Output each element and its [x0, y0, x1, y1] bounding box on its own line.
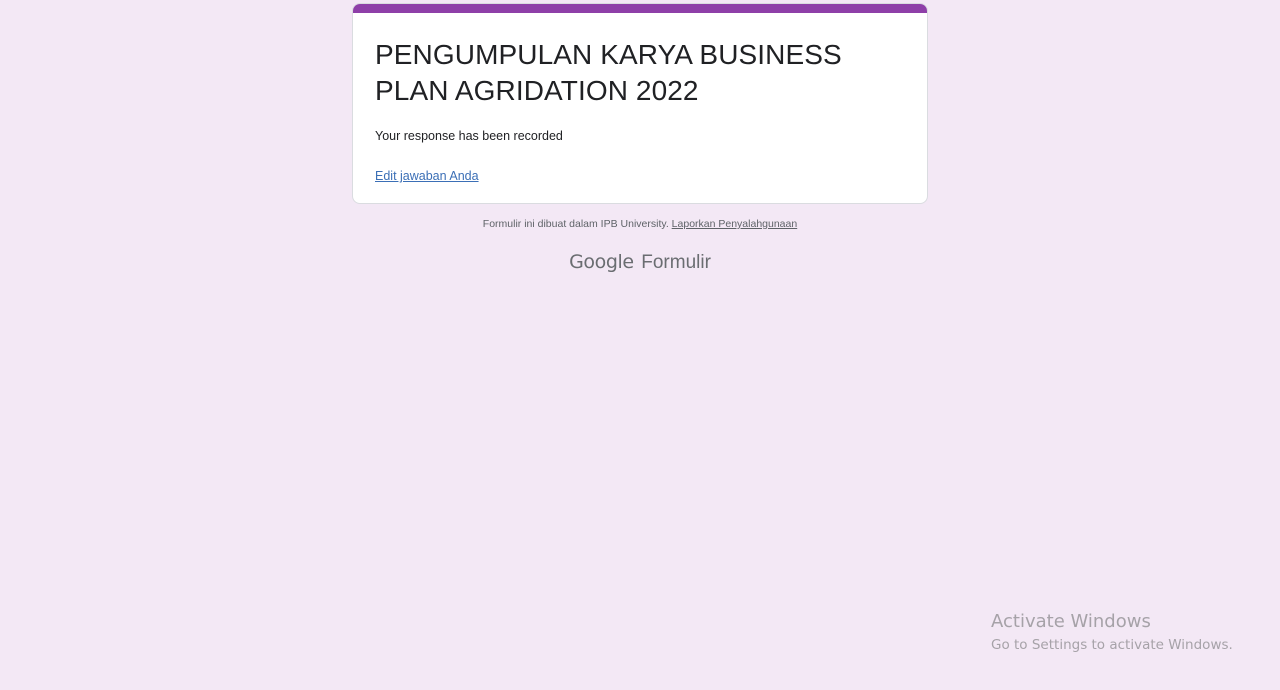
- confirmation-message: Your response has been recorded: [375, 129, 563, 143]
- report-abuse-link[interactable]: Laporkan Penyalahgunaan: [672, 218, 798, 230]
- brand-google-text: Google: [569, 251, 634, 273]
- page: PENGUMPULAN KARYA BUSINESS PLAN AGRIDATI…: [0, 0, 1280, 690]
- edit-response-link[interactable]: Edit jawaban Anda: [375, 168, 479, 184]
- watermark-title: Activate Windows: [991, 611, 1151, 632]
- form-card: PENGUMPULAN KARYA BUSINESS PLAN AGRIDATI…: [352, 3, 928, 204]
- activate-windows-watermark: Activate Windows Go to Settings to activ…: [991, 610, 1233, 656]
- footer-note-text: Formulir ini dibuat dalam IPB University…: [482, 218, 669, 230]
- brand-product-text: Formulir: [641, 252, 711, 273]
- google-forms-logo[interactable]: Google Formulir: [0, 249, 1280, 276]
- card-accent-bar: [353, 4, 927, 13]
- watermark-subtitle: Go to Settings to activate Windows.: [991, 637, 1233, 653]
- footer-note: Formulir ini dibuat dalam IPB University…: [0, 217, 1280, 231]
- form-title: PENGUMPULAN KARYA BUSINESS PLAN AGRIDATI…: [375, 39, 842, 106]
- card-body: PENGUMPULAN KARYA BUSINESS PLAN AGRIDATI…: [375, 37, 907, 185]
